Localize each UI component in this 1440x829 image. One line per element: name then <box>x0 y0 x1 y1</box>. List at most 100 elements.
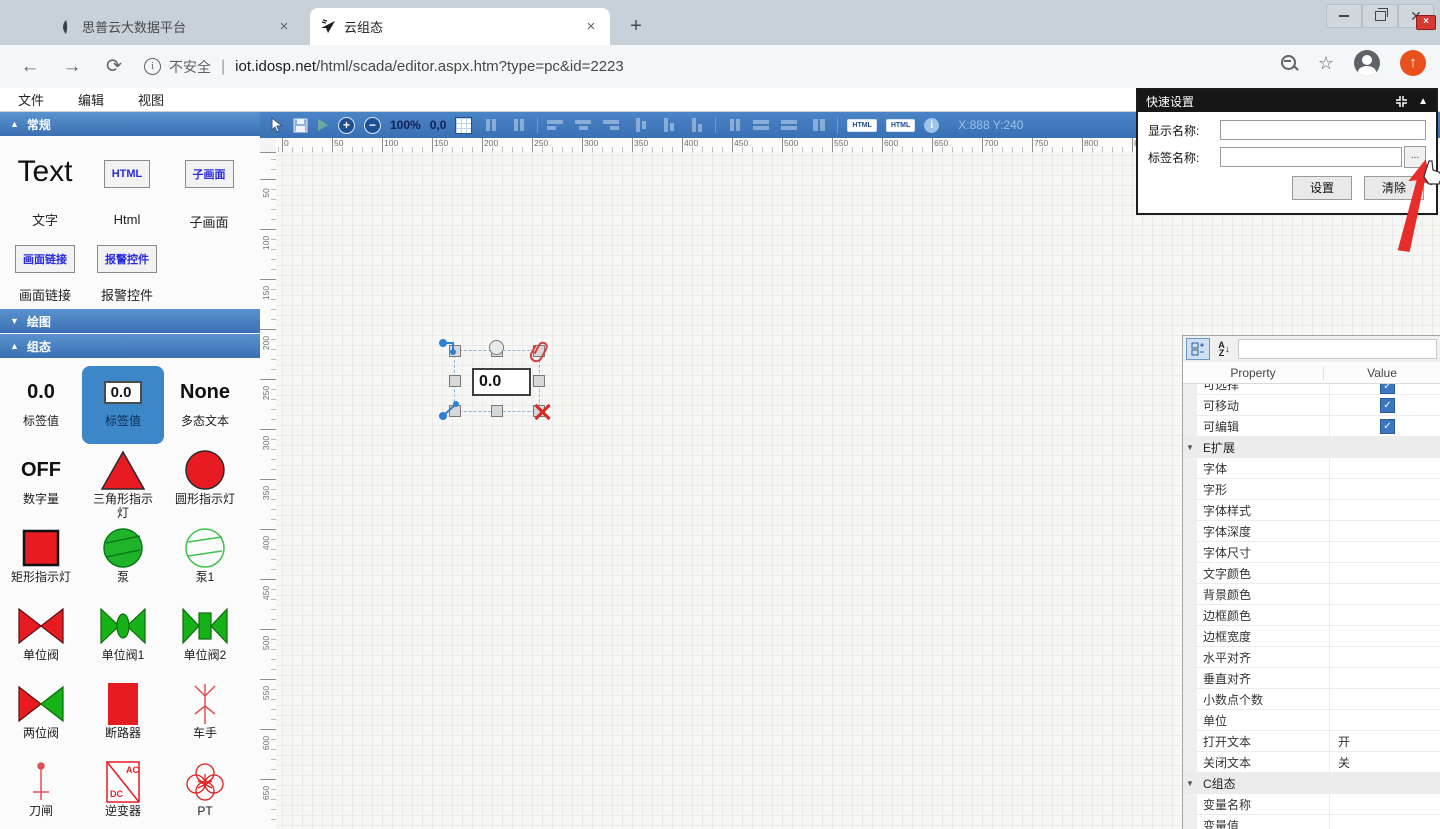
palette-item-tag-value-text[interactable]: 0.0 标签值 <box>0 366 82 444</box>
selection-handle[interactable] <box>449 375 461 387</box>
delete-icon[interactable] <box>532 402 552 422</box>
zoom-in-icon[interactable]: + <box>338 117 355 134</box>
property-row-font-size[interactable]: 字体尺寸 <box>1183 542 1440 563</box>
property-row-font-style[interactable]: 字体样式 <box>1183 500 1440 521</box>
property-row-unit[interactable]: 单位 <box>1183 710 1440 731</box>
property-row-font-weight[interactable]: 字体深度 <box>1183 521 1440 542</box>
group-icon[interactable] <box>481 118 500 133</box>
property-row-font[interactable]: 字体 <box>1183 458 1440 479</box>
collapse-panel-icon[interactable]: ▲ <box>1418 96 1428 107</box>
palette-item-html[interactable]: HTML Html <box>86 146 168 231</box>
palette-item-circle-indicator[interactable]: 圆形指示灯 <box>164 444 246 522</box>
back-icon[interactable]: ← <box>18 56 42 78</box>
property-row-selectable[interactable]: 可选择✓ <box>1183 384 1440 395</box>
align-top-icon[interactable] <box>631 118 650 133</box>
palette-item-triangle-indicator[interactable]: 三角形指示灯 <box>82 444 164 522</box>
palette-item-digital-value[interactable]: OFF 数字量 <box>0 444 82 522</box>
connector-handle-icon[interactable] <box>439 338 461 358</box>
display-name-input[interactable] <box>1220 120 1426 140</box>
reload-icon[interactable]: ⟳ <box>102 55 126 78</box>
alphabetical-sort-button[interactable]: AZ↓ <box>1213 339 1235 359</box>
quick-settings-header[interactable]: 快速设置 ▲ <box>1138 90 1436 112</box>
tab-close-icon[interactable]: × <box>275 18 293 35</box>
panel-header-drawing[interactable]: ▼ 绘图 <box>0 309 260 333</box>
align-center-icon[interactable] <box>575 118 594 133</box>
new-tab-button[interactable]: + <box>622 12 650 40</box>
value-column-header[interactable]: Value <box>1323 366 1440 380</box>
palette-item-screen-link[interactable]: 画面链接 画面链接 <box>4 245 86 304</box>
same-width-icon[interactable] <box>725 118 744 133</box>
tag-value-widget[interactable]: 0.0 <box>472 368 531 396</box>
palette-item-text[interactable]: Text 文字 <box>4 146 86 231</box>
property-row-close-text[interactable]: 关闭文本关 <box>1183 752 1440 773</box>
set-button[interactable]: 设置 <box>1292 176 1352 200</box>
zoom-out-icon[interactable]: − <box>364 117 381 134</box>
palette-item-pump[interactable]: 泵 <box>82 522 164 600</box>
align-right-icon[interactable] <box>603 118 622 133</box>
checkbox-checked[interactable]: ✓ <box>1380 398 1395 413</box>
palette-item-two-way-valve[interactable]: 两位阀 <box>0 678 82 756</box>
palette-item-pt[interactable]: PT <box>164 756 246 829</box>
palette-item-valve[interactable]: 单位阀 <box>0 600 82 678</box>
categorized-view-button[interactable] <box>1186 338 1210 360</box>
palette-item-tag-value-box[interactable]: 0.0 标签值 <box>82 366 164 444</box>
palette-item-breaker[interactable]: 断路器 <box>82 678 164 756</box>
property-category-extend[interactable]: ▼E扩展 <box>1183 437 1440 458</box>
rotate-handle[interactable] <box>489 340 504 355</box>
menu-view[interactable]: 视图 <box>138 90 164 109</box>
select-cursor-icon[interactable] <box>270 117 284 133</box>
checkbox-checked[interactable]: ✓ <box>1380 419 1395 434</box>
palette-item-valve1[interactable]: 单位阀1 <box>82 600 164 678</box>
tab-dashboard[interactable]: 思普云大数据平台 × <box>48 8 303 45</box>
property-row-variable-value[interactable]: 变量值 <box>1183 815 1440 829</box>
property-row-font-shape[interactable]: 字形 <box>1183 479 1440 500</box>
palette-item-subscreen[interactable]: 子画面 子画面 <box>168 146 250 231</box>
property-search-box[interactable] <box>1238 339 1437 359</box>
html-preview-icon[interactable]: HTML <box>886 119 915 132</box>
align-left-icon[interactable] <box>547 118 566 133</box>
profile-avatar[interactable] <box>1354 50 1380 76</box>
property-row-h-align[interactable]: 水平对齐 <box>1183 647 1440 668</box>
panel-header-general[interactable]: ▲ 常规 <box>0 112 260 136</box>
attach-tag-icon[interactable] <box>529 340 551 364</box>
palette-item-hand-truck[interactable]: 车手 <box>164 678 246 756</box>
restore-button[interactable] <box>1362 4 1398 28</box>
browser-update-icon[interactable]: ↑ <box>1400 50 1426 76</box>
property-row-text-color[interactable]: 文字颜色 <box>1183 563 1440 584</box>
save-icon[interactable] <box>293 118 308 133</box>
align-bottom-icon[interactable] <box>687 118 706 133</box>
distribute-v-icon[interactable] <box>781 118 800 133</box>
menu-edit[interactable]: 编辑 <box>78 90 104 109</box>
property-row-movable[interactable]: 可移动✓ <box>1183 395 1440 416</box>
info-icon[interactable]: i <box>924 118 939 133</box>
tag-name-input[interactable] <box>1220 147 1402 167</box>
property-row-editable[interactable]: 可编辑✓ <box>1183 416 1440 437</box>
site-info-icon[interactable]: i <box>144 58 161 75</box>
dock-panel-icon[interactable] <box>1395 95 1408 108</box>
checkbox-checked[interactable]: ✓ <box>1380 384 1395 394</box>
property-row-variable-name[interactable]: 变量名称 <box>1183 794 1440 815</box>
distribute-h-icon[interactable] <box>753 118 772 133</box>
property-category-scada[interactable]: ▼C组态 <box>1183 773 1440 794</box>
palette-item-inverter[interactable]: ACDC 逆变器 <box>82 756 164 829</box>
grid-toggle-icon[interactable] <box>455 117 472 134</box>
forward-icon[interactable]: → <box>60 56 84 78</box>
palette-item-pump1[interactable]: 泵1 <box>164 522 246 600</box>
url-field[interactable]: i 不安全 | iot.idosp.net /html/scada/editor… <box>144 57 624 77</box>
property-row-border-color[interactable]: 边框颜色 <box>1183 605 1440 626</box>
property-row-v-align[interactable]: 垂直对齐 <box>1183 668 1440 689</box>
tab-scada-editor[interactable]: 云组态 × <box>310 8 610 45</box>
palette-item-valve2[interactable]: 单位阀2 <box>164 600 246 678</box>
html-export-icon[interactable]: HTML <box>847 119 876 132</box>
bookmark-star-icon[interactable]: ☆ <box>1318 53 1334 74</box>
same-size-icon[interactable] <box>809 118 828 133</box>
property-row-decimals[interactable]: 小数点个数 <box>1183 689 1440 710</box>
align-middle-icon[interactable] <box>659 118 678 133</box>
minimize-button[interactable] <box>1326 4 1362 28</box>
property-row-border-width[interactable]: 边框宽度 <box>1183 626 1440 647</box>
property-column-header[interactable]: Property <box>1183 366 1323 380</box>
ungroup-icon[interactable] <box>509 118 528 133</box>
zoom-out-page-icon[interactable] <box>1280 54 1298 72</box>
close-button[interactable]: ✕ × <box>1398 4 1434 28</box>
selection-handle[interactable] <box>491 405 503 417</box>
